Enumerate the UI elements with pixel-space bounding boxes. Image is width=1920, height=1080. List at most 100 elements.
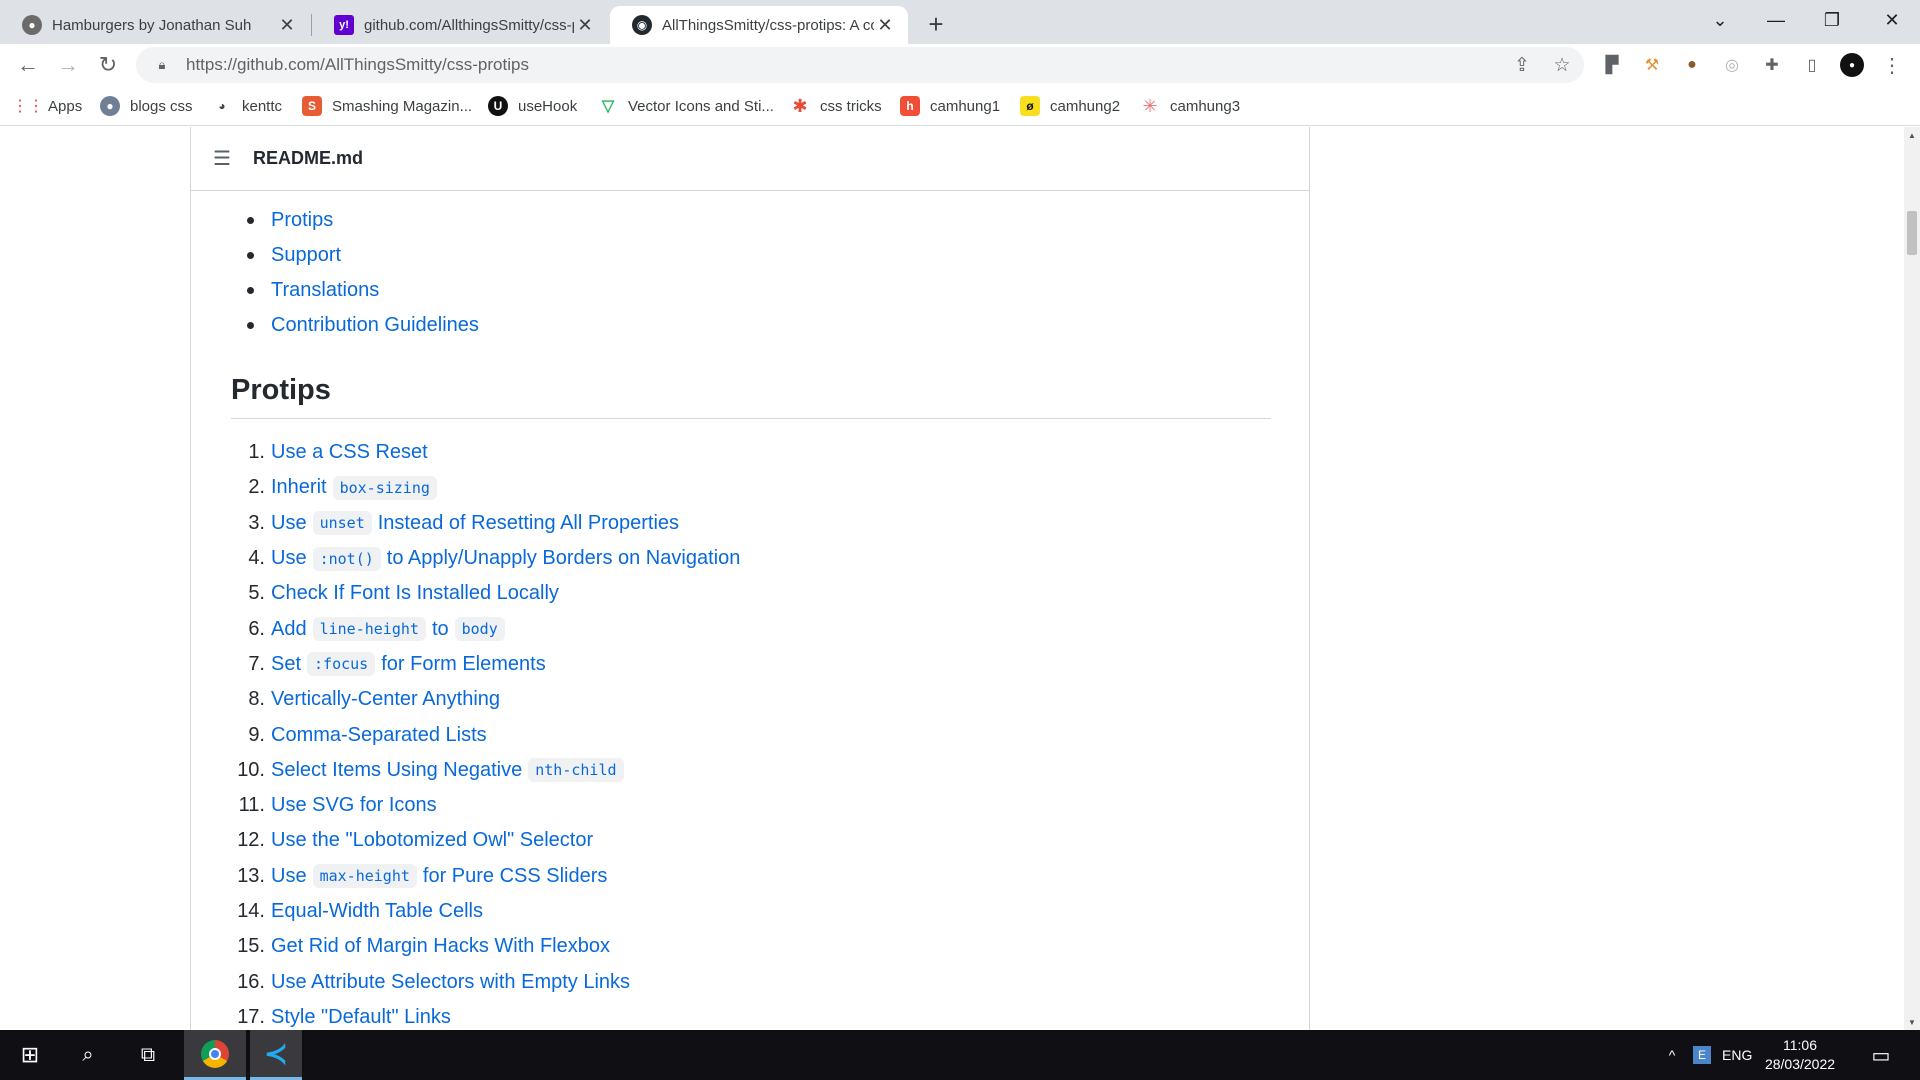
bookmark-usehook[interactable]: U useHook [488,94,577,118]
protip-code[interactable]: nth-child [528,758,624,783]
show-hidden-icons-icon[interactable]: ^ [1660,1030,1684,1080]
notification-icon[interactable]: ▭ [1866,1030,1896,1080]
protip-code[interactable]: box-sizing [332,475,437,500]
protip-item[interactable]: 9. Comma-Separated Lists [191,717,1191,752]
toc-link-text[interactable]: Contribution Guidelines [271,314,479,337]
share-icon[interactable]: ⇪ [1506,49,1538,81]
toc-link-text[interactable]: Support [271,244,341,267]
scrollbar-thumb[interactable] [1907,211,1917,255]
tab-search-icon[interactable]: ⌄ [1692,0,1748,40]
scroll-down-icon[interactable]: ▼ [1904,1014,1920,1030]
bookmark-blogs-css[interactable]: ● blogs css [100,94,193,118]
address-bar[interactable]: 🔒︎ https://github.com/AllThingsSmitty/cs… [136,47,1584,83]
close-icon[interactable]: ✕ [874,14,896,36]
protip-link-text[interactable]: Add [271,618,307,641]
scroll-up-icon[interactable]: ▲ [1904,127,1920,143]
page-scrollbar[interactable]: ▲ ▼ [1904,127,1920,1030]
bookmark-kenttc[interactable]: ◕ kenttc [212,94,282,118]
tab-css-protips[interactable]: ◉ AllThingsSmitty/css-protips: A co ✕ [610,6,908,44]
protip-item[interactable]: 10. Select Items Using Negative nth-child [191,753,1191,788]
minimize-button[interactable]: — [1748,0,1804,40]
extension-hammer-icon[interactable]: ⚒ [1640,53,1664,77]
bookmark-css-tricks[interactable]: ✱ css tricks [790,94,881,118]
extensions-puzzle-icon[interactable]: ✚ [1760,53,1784,77]
toc-link[interactable]: Contribution Guidelines [247,308,479,343]
toc-link[interactable]: Support [247,238,479,273]
protip-item[interactable]: 17. Style "Default" Links [191,1000,1191,1030]
protip-item[interactable]: 16. Use Attribute Selectors with Empty Li… [191,964,1191,999]
bookmark-smashing[interactable]: S Smashing Magazin... [302,94,472,118]
profile-avatar[interactable]: ● [1840,53,1864,77]
protip-link-text[interactable]: Equal-Width Table Cells [271,900,483,923]
bookmark-camhung1[interactable]: h camhung1 [900,94,1000,118]
protip-link-text[interactable]: Use [271,512,307,535]
tab-hamburgers[interactable]: ● Hamburgers by Jonathan Suh ✕ [0,6,310,44]
protip-link-text[interactable]: Use SVG for Icons [271,794,437,817]
back-arrow-icon[interactable]: ← [12,49,44,81]
protip-code[interactable]: line-height [312,617,426,642]
protip-code[interactable]: :focus [307,652,376,677]
bookmark-vector-icons[interactable]: ▽ Vector Icons and Sti... [598,94,774,118]
protip-link-text[interactable]: Select Items Using Negative [271,759,522,782]
url-text[interactable]: https://github.com/AllThingsSmitty/css-p… [186,55,529,75]
protip-link-text[interactable]: Use [271,865,307,888]
protip-code[interactable]: :not() [312,546,381,571]
protip-item[interactable]: 14. Equal-Width Table Cells [191,894,1191,929]
new-tab-button[interactable]: + [920,8,952,40]
protip-item[interactable]: 12. Use the "Lobotomized Owl" Selector [191,823,1191,858]
protip-link-text[interactable]: Comma-Separated Lists [271,724,487,747]
toc-link-text[interactable]: Translations [271,279,379,302]
protip-link-text[interactable]: to Apply/Unapply Borders on Navigation [387,547,741,570]
protip-item[interactable]: 5. Check If Font Is Installed Locally [191,576,1191,611]
menu-kebab-icon[interactable]: ⋮ [1880,53,1904,77]
search-icon[interactable]: ⌕ [60,1030,116,1080]
system-clock[interactable]: 11:06 28/03/2022 [1758,1036,1842,1074]
extension-cookie-icon[interactable]: ● [1680,53,1704,77]
lock-icon[interactable]: 🔒︎ [152,55,172,75]
protip-link-text[interactable]: Check If Font Is Installed Locally [271,582,559,605]
protip-item[interactable]: 3. Use unset Instead of Resetting All Prope… [191,506,1191,541]
toc-link-text[interactable]: Protips [271,209,333,232]
protip-link-text[interactable]: Use the "Lobotomized Owl" Selector [271,829,593,852]
protip-link-text[interactable]: Inherit [271,476,327,499]
protip-link-text[interactable]: Set [271,653,301,676]
protip-link-text[interactable]: for Form Elements [381,653,545,676]
protip-item[interactable]: 11. Use SVG for Icons [191,788,1191,823]
tab-github-yahoo[interactable]: y! github.com/AllthingsSmitty/css-p ✕ [312,6,608,44]
bookmark-star-icon[interactable]: ☆ [1546,49,1578,81]
protip-link-text[interactable]: Get Rid of Margin Hacks With Flexbox [271,935,610,958]
language-indicator[interactable]: ENG [1722,1030,1752,1080]
protip-link-text[interactable]: to [432,618,449,641]
protip-item[interactable]: 13. Use max-height for Pure CSS Sliders [191,859,1191,894]
bookmark-camhung2[interactable]: ø camhung2 [1020,94,1120,118]
close-icon[interactable]: ✕ [276,14,298,36]
bookmark-camhung3[interactable]: ✳ camhung3 [1140,94,1240,118]
chrome-taskbar-icon[interactable] [184,1030,246,1080]
side-panel-icon[interactable]: ▯ [1800,53,1824,77]
extension-panda-icon[interactable]: ◎ [1720,53,1744,77]
protip-item[interactable]: 6. Add line-height to body [191,611,1191,646]
close-window-button[interactable]: ✕ [1864,0,1920,40]
restore-button[interactable]: ❐ [1804,0,1860,40]
protip-code[interactable]: max-height [312,864,417,889]
protip-link-text[interactable]: Use Attribute Selectors with Empty Links [271,971,630,994]
protip-item[interactable]: 1. Use a CSS Reset [191,435,1191,470]
extension-frame-icon[interactable]: ▛ [1600,53,1624,77]
protip-item[interactable]: 7. Set:focus for Form Elements [191,647,1191,682]
protip-link-text[interactable]: for Pure CSS Sliders [423,865,608,888]
protip-link-text[interactable]: Vertically-Center Anything [271,688,500,711]
windows-start-icon[interactable]: ⊞ [0,1030,60,1080]
reload-icon[interactable]: ↻ [92,49,124,81]
protip-item[interactable]: 2. Inherit box-sizing [191,470,1191,505]
forward-arrow-icon[interactable]: → [52,49,84,81]
toc-link[interactable]: Translations [247,273,479,308]
protip-link-text[interactable]: Style "Default" Links [271,1006,451,1029]
protip-link-text[interactable]: Instead of Resetting All Properties [378,512,679,535]
protip-link-text[interactable]: Use [271,547,307,570]
task-view-icon[interactable]: ⧉ [120,1030,176,1080]
protip-item[interactable]: 4. Use:not() to Apply/Unapply Borders on N… [191,541,1191,576]
ime-icon[interactable]: E [1690,1030,1714,1080]
protip-item[interactable]: 15. Get Rid of Margin Hacks With Flexbox [191,929,1191,964]
bookmark-apps[interactable]: ⋮⋮ Apps [12,94,82,118]
protip-code[interactable]: unset [312,511,372,536]
